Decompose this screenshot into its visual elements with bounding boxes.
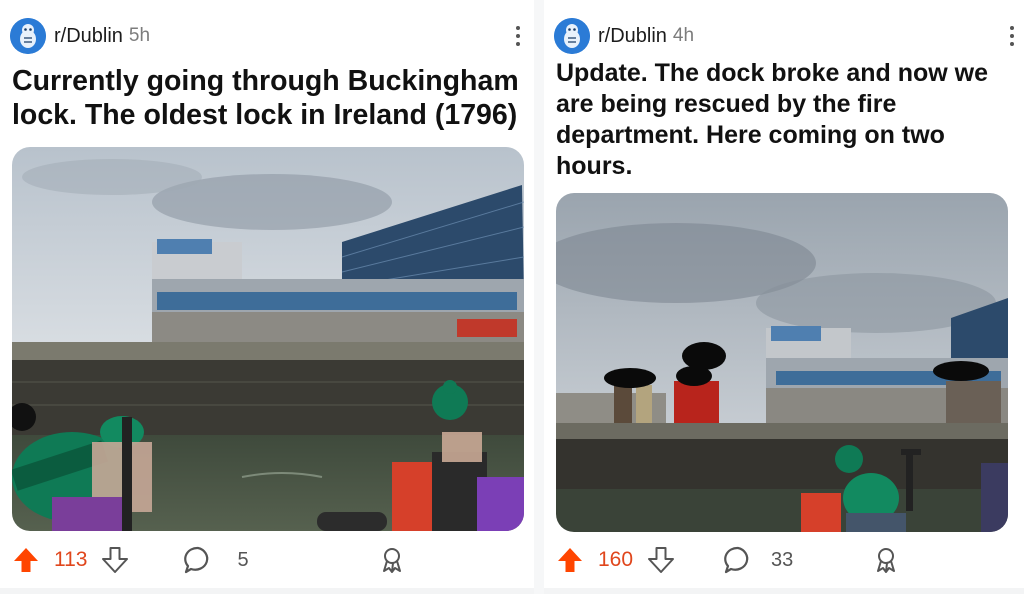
post-separator (0, 588, 534, 594)
post-title[interactable]: Currently going through Buckingham lock.… (12, 64, 522, 132)
downvote-icon[interactable] (101, 546, 129, 574)
post-image[interactable] (12, 147, 524, 531)
more-options-icon[interactable] (1002, 24, 1022, 48)
more-options-icon[interactable] (508, 24, 528, 48)
comment-icon[interactable] (183, 545, 213, 575)
subreddit-avatar-icon[interactable] (554, 18, 590, 54)
post-header: r/Dublin 5h (10, 16, 544, 56)
upvote-icon[interactable] (556, 546, 584, 574)
post-image[interactable] (556, 193, 1008, 532)
post-card-1[interactable]: r/Dublin 5h Currently going through Buck… (0, 0, 534, 594)
award-icon[interactable] (380, 546, 404, 574)
subreddit-name[interactable]: r/Dublin (598, 25, 667, 48)
post-actions: 160 33 (556, 540, 1016, 580)
vote-score: 160 (598, 548, 634, 571)
comment-count[interactable]: 5 (237, 549, 248, 572)
downvote-icon[interactable] (647, 546, 675, 574)
upvote-icon[interactable] (12, 546, 40, 574)
post-card-2[interactable]: r/Dublin 4h Update. The dock broke and n… (544, 0, 1024, 594)
post-header: r/Dublin 4h (554, 16, 1024, 56)
feed-gap (534, 0, 544, 594)
subreddit-name[interactable]: r/Dublin (54, 25, 123, 48)
comment-icon[interactable] (723, 545, 753, 575)
vote-score: 113 (54, 548, 88, 571)
post-actions: 113 5 (12, 540, 532, 580)
post-age: 4h (672, 25, 695, 46)
subreddit-avatar-icon[interactable] (10, 18, 46, 54)
comment-count[interactable]: 33 (771, 549, 793, 572)
award-icon[interactable] (874, 546, 898, 574)
post-age: 5h (128, 25, 151, 46)
post-title[interactable]: Update. The dock broke and now we are be… (556, 58, 1016, 182)
post-separator (544, 588, 1024, 594)
